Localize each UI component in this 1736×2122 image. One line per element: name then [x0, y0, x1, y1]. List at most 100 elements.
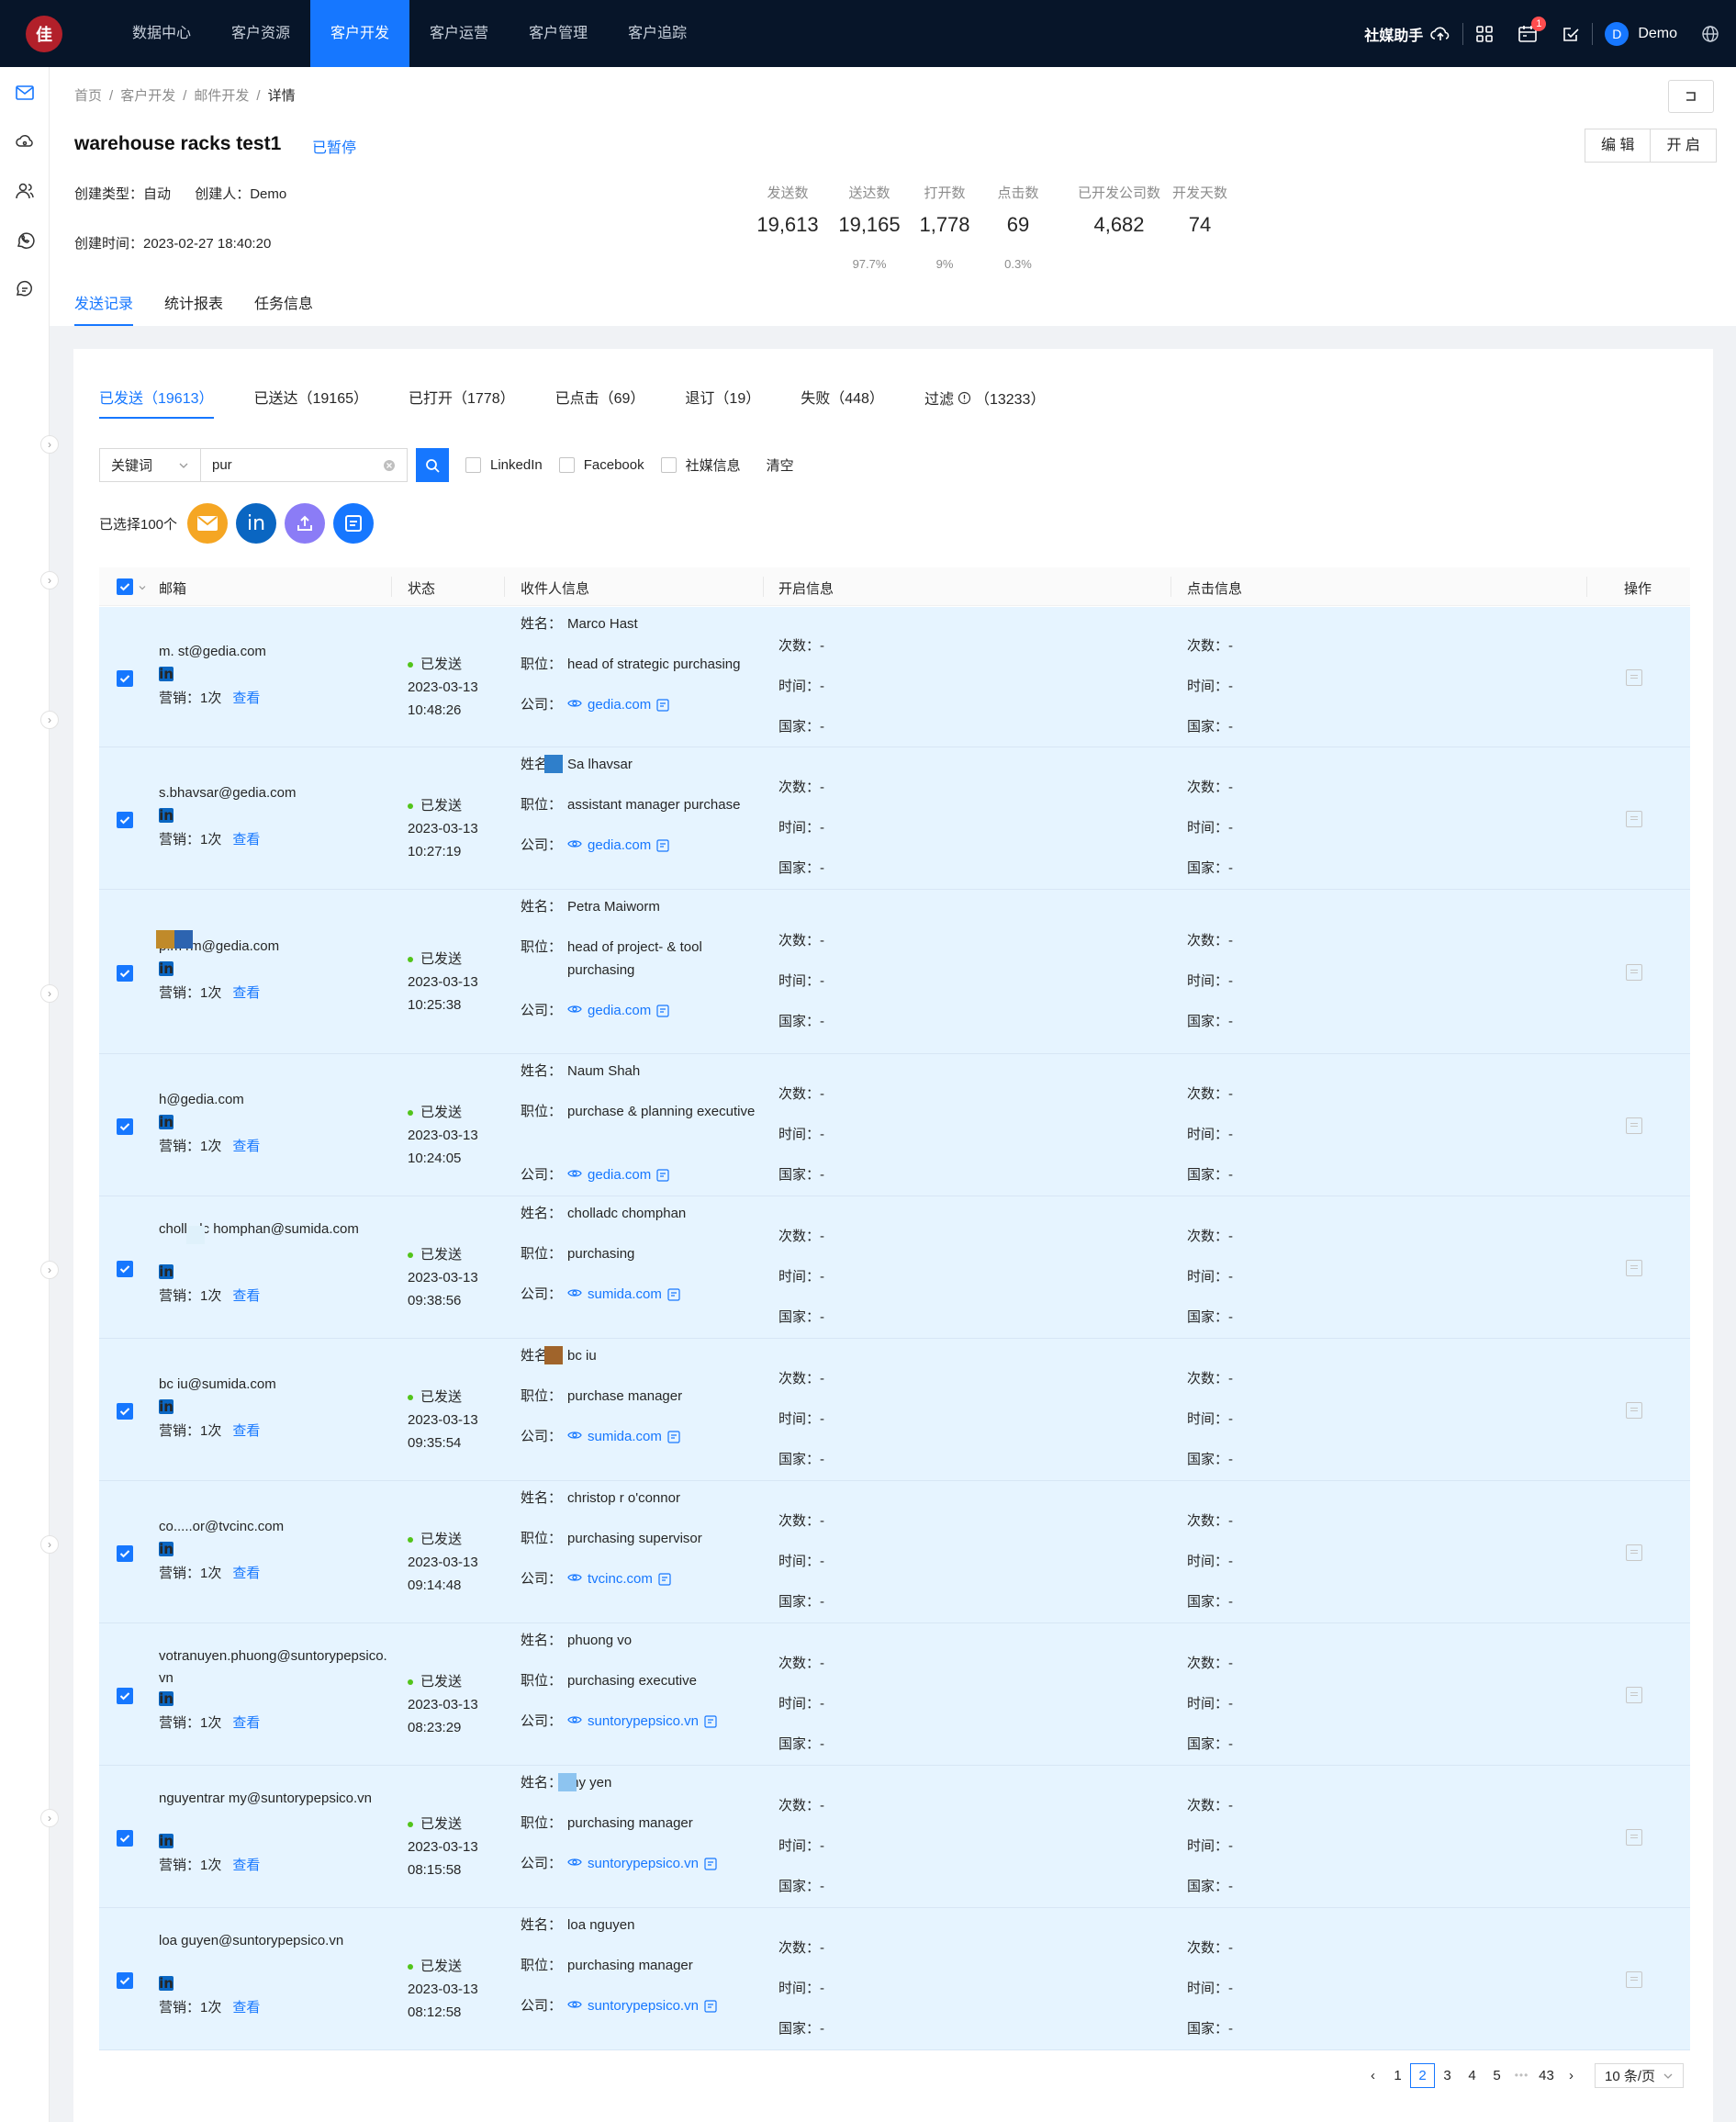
subtab-6[interactable]: 过滤 （13233） — [924, 386, 1045, 419]
tab-1[interactable]: 统计报表 — [164, 291, 223, 326]
note-icon[interactable] — [704, 1858, 717, 1870]
note-icon[interactable] — [656, 1005, 669, 1017]
company-link[interactable]: sumida.com — [588, 1286, 662, 1302]
linkedin-icon[interactable]: in — [159, 1263, 174, 1279]
view-link[interactable]: 查看 — [232, 1288, 260, 1304]
row-action-icon[interactable] — [1626, 1401, 1642, 1419]
row-action-icon[interactable] — [1626, 1117, 1642, 1134]
bulk-note-button[interactable] — [333, 503, 375, 544]
page-size-select[interactable]: 10 条/页 — [1595, 2063, 1685, 2088]
clear-button[interactable]: 清空 — [767, 455, 794, 475]
apps-button[interactable] — [1463, 25, 1506, 43]
row-action-icon[interactable] — [1626, 963, 1642, 981]
row-checkbox[interactable] — [117, 1543, 133, 1566]
row-action-icon[interactable] — [1626, 1686, 1642, 1703]
company-link[interactable]: gedia.com — [588, 697, 651, 713]
pagination-ellipsis[interactable]: ••• — [1509, 2063, 1534, 2088]
note-icon[interactable] — [656, 699, 669, 712]
row-checkbox[interactable] — [117, 962, 133, 985]
notification-button[interactable]: 1 — [1506, 16, 1550, 44]
expand-arrow-icon[interactable]: › — [40, 711, 59, 729]
row-checkbox[interactable] — [117, 1258, 133, 1281]
linkedin-icon[interactable]: in — [236, 503, 277, 544]
row-action-icon[interactable] — [1626, 1828, 1642, 1846]
language-button[interactable] — [1689, 25, 1736, 43]
view-link[interactable]: 查看 — [232, 1566, 260, 1581]
note-icon[interactable] — [704, 1715, 717, 1728]
task-button[interactable] — [1550, 25, 1592, 43]
next-page-button[interactable]: › — [1559, 2063, 1584, 2088]
row-action-icon[interactable] — [1626, 1544, 1642, 1561]
user-menu[interactable]: D Demo — [1593, 21, 1689, 46]
note-icon[interactable] — [658, 1573, 671, 1586]
keyword-select[interactable]: 关键词 — [99, 448, 201, 482]
company-link[interactable]: gedia.com — [588, 1167, 651, 1183]
start-button[interactable]: 开 启 — [1651, 129, 1717, 163]
subtab-1[interactable]: 已送达（19165） — [254, 386, 369, 419]
select-all-checkbox[interactable] — [117, 578, 133, 595]
linkedin-icon[interactable]: in — [159, 1541, 174, 1556]
note-icon[interactable] — [667, 1431, 680, 1443]
tab-0[interactable]: 发送记录 — [74, 291, 134, 326]
linkedin-filter[interactable]: LinkedIn — [465, 457, 543, 473]
social-filter[interactable]: 社媒信息 — [660, 455, 741, 475]
page-43[interactable]: 43 — [1534, 2063, 1559, 2088]
facebook-filter[interactable]: Facebook — [558, 457, 644, 473]
company-link[interactable]: sumida.com — [588, 1429, 662, 1444]
linkedin-icon[interactable]: in — [159, 666, 174, 681]
row-action-icon[interactable] — [1626, 810, 1642, 827]
linkedin-icon[interactable]: in — [159, 1690, 174, 1706]
linkedin-icon[interactable]: in — [159, 960, 174, 976]
company-link[interactable]: gedia.com — [588, 1003, 651, 1018]
edit-button[interactable]: 编 辑 — [1585, 129, 1652, 163]
linkedin-icon[interactable]: in — [159, 1975, 174, 1991]
company-link[interactable]: gedia.com — [588, 837, 651, 853]
row-action-icon[interactable] — [1626, 1259, 1642, 1276]
row-checkbox[interactable] — [117, 809, 133, 832]
company-link[interactable]: suntorypepsico.vn — [588, 1856, 699, 1871]
view-link[interactable]: 查看 — [232, 1139, 260, 1154]
page-3[interactable]: 3 — [1435, 2063, 1460, 2088]
view-link[interactable]: 查看 — [232, 690, 260, 706]
linkedin-icon[interactable]: in — [159, 1833, 174, 1848]
social-assistant-button[interactable]: 社媒助手 — [1352, 23, 1462, 45]
search-button[interactable] — [416, 448, 449, 482]
page-2[interactable]: 2 — [1410, 2063, 1435, 2088]
subtab-3[interactable]: 已点击（69） — [555, 386, 645, 419]
subtab-4[interactable]: 退订（19） — [685, 386, 760, 419]
tab-2[interactable]: 任务信息 — [254, 291, 313, 326]
view-link[interactable]: 查看 — [232, 832, 260, 848]
chat-icon[interactable] — [15, 279, 35, 299]
linkedin-icon[interactable]: in — [159, 1398, 174, 1414]
search-input[interactable]: pur — [201, 448, 408, 482]
checkbox[interactable] — [660, 457, 677, 473]
app-logo[interactable]: 佳 — [26, 15, 62, 52]
row-action-icon[interactable] — [1626, 1970, 1642, 1988]
checkbox[interactable] — [465, 457, 481, 473]
checkbox[interactable] — [558, 457, 575, 473]
linkedin-icon[interactable]: in — [159, 1114, 174, 1129]
view-link[interactable]: 查看 — [232, 1858, 260, 1873]
linkedin-icon[interactable]: in — [159, 807, 174, 823]
row-checkbox[interactable] — [117, 1400, 133, 1423]
prev-page-button[interactable]: ‹ — [1361, 2063, 1385, 2088]
expand-arrow-icon[interactable]: › — [40, 1261, 59, 1279]
company-link[interactable]: suntorypepsico.vn — [588, 1713, 699, 1729]
expand-arrow-icon[interactable]: › — [40, 1809, 59, 1827]
view-link[interactable]: 查看 — [232, 1423, 260, 1439]
page-1[interactable]: 1 — [1385, 2063, 1410, 2088]
subtab-5[interactable]: 失败（448） — [801, 386, 884, 419]
row-checkbox[interactable] — [117, 1116, 133, 1139]
note-icon[interactable] — [667, 1288, 680, 1301]
nav-item[interactable]: 客户追踪 — [608, 0, 707, 67]
bulk-email-button[interactable] — [187, 503, 229, 544]
subtab-0[interactable]: 已发送（19613） — [99, 386, 214, 419]
nav-item[interactable]: 数据中心 — [112, 0, 211, 67]
view-link[interactable]: 查看 — [232, 985, 260, 1001]
expand-arrow-icon[interactable]: › — [40, 435, 59, 454]
breadcrumb-item[interactable]: 邮件开发 — [194, 88, 249, 104]
clear-icon[interactable] — [383, 459, 396, 472]
chevron-down-icon[interactable] — [138, 583, 147, 592]
nav-item[interactable]: 客户资源 — [211, 0, 310, 67]
row-checkbox[interactable] — [117, 1685, 133, 1708]
